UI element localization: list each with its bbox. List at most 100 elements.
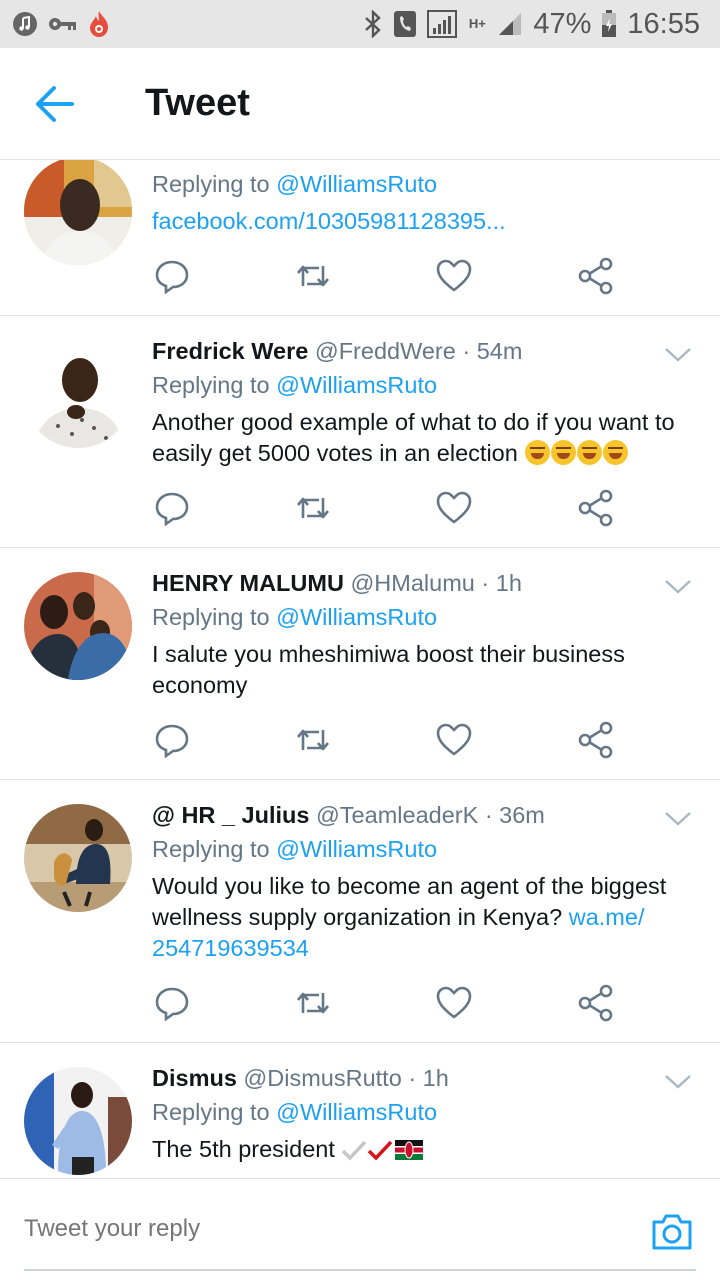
replying-label: Replying to: [152, 836, 270, 862]
author-handle[interactable]: @HMalumu: [350, 570, 474, 596]
replying-handle-link[interactable]: @WilliamsRuto: [276, 372, 437, 398]
tweet-link[interactable]: facebook.com/10305981128395...: [152, 208, 506, 234]
like-icon[interactable]: [434, 256, 474, 296]
author-name[interactable]: HENRY MALUMU: [152, 570, 344, 596]
tweet-header: Fredrick Were @FreddWere · 54m: [152, 336, 696, 367]
author-handle[interactable]: @DismusRutto: [243, 1065, 401, 1091]
replying-to: Replying to @WilliamsRuto: [152, 1097, 696, 1128]
replying-label: Replying to: [152, 171, 270, 197]
tweet-item[interactable]: Fredrick Were @FreddWere · 54m Replying …: [0, 316, 720, 548]
laughing-emoji-icon: [603, 440, 629, 465]
author-name[interactable]: @ HR _ Julius: [152, 802, 309, 828]
reply-icon[interactable]: [152, 720, 192, 760]
app-header: Tweet: [0, 48, 720, 160]
reply-underline: [24, 1269, 696, 1271]
like-icon[interactable]: [434, 720, 474, 760]
tweet-link[interactable]: 254719639534: [152, 935, 309, 961]
tweet-header: @ HR _ Julius @TeamleaderK · 36m: [152, 800, 696, 831]
kenya-flag-icon: [395, 1137, 424, 1168]
tweet-text-line: Another good example of what to do if yo…: [152, 409, 675, 435]
chevron-down-icon[interactable]: [664, 346, 692, 364]
replying-to: Replying to @WilliamsRuto: [152, 602, 696, 633]
check-mark-icon: [341, 1138, 367, 1169]
tweet-item[interactable]: Replying to @WilliamsRuto facebook.com/1…: [0, 160, 720, 316]
chevron-down-icon[interactable]: [664, 810, 692, 828]
tweet-item[interactable]: HENRY MALUMU @HMalumu · 1h Replying to @…: [0, 548, 720, 780]
laughing-emoji-icon: [525, 440, 551, 465]
tweet-item[interactable]: Dismus @DismusRutto · 1h Replying to @Wi…: [0, 1043, 720, 1178]
reply-input[interactable]: [24, 1215, 584, 1243]
retweet-icon[interactable]: [293, 983, 333, 1023]
tweet-time: · 1h: [408, 1065, 449, 1091]
replying-handle-link[interactable]: @WilliamsRuto: [276, 171, 437, 197]
author-handle[interactable]: @FreddWere: [315, 338, 456, 364]
tweet-text: I salute you mheshimiwa boost their busi…: [152, 639, 696, 701]
reply-icon[interactable]: [152, 488, 192, 528]
avatar[interactable]: [24, 160, 132, 265]
tweet-text-line: Would you like to become an agent of the…: [152, 873, 667, 899]
avatar[interactable]: [24, 340, 132, 448]
tweet-text: Would you like to become an agent of the…: [152, 871, 696, 964]
avatar[interactable]: [24, 572, 132, 680]
tweet-text: Another good example of what to do if yo…: [152, 407, 696, 469]
author-name[interactable]: Fredrick Were: [152, 338, 308, 364]
retweet-icon[interactable]: [293, 488, 333, 528]
signal-icon: [427, 10, 458, 38]
share-icon[interactable]: [576, 256, 616, 296]
replying-handle-link[interactable]: @WilliamsRuto: [276, 1099, 437, 1125]
flame-icon: [88, 10, 110, 38]
back-arrow-icon[interactable]: [34, 84, 78, 124]
tweet-time: · 1h: [481, 570, 522, 596]
replying-label: Replying to: [152, 604, 270, 630]
tweet-actions: [152, 720, 632, 760]
chevron-down-icon[interactable]: [664, 578, 692, 596]
tweet-link[interactable]: wa.me/: [569, 904, 645, 930]
bluetooth-icon: [363, 10, 383, 38]
phone-icon: [393, 10, 417, 38]
like-icon[interactable]: [434, 983, 474, 1023]
tweet-actions: [152, 983, 632, 1023]
retweet-icon[interactable]: [293, 720, 333, 760]
share-icon[interactable]: [576, 983, 616, 1023]
author-handle[interactable]: @TeamleaderK: [316, 802, 478, 828]
share-icon[interactable]: [576, 720, 616, 760]
replying-label: Replying to: [152, 1099, 270, 1125]
red-check-mark-icon: [367, 1138, 393, 1169]
replying-to: Replying to @WilliamsRuto: [152, 370, 696, 401]
tweet-actions: [152, 488, 632, 528]
status-bar: H+ 47% 16:55: [0, 0, 720, 48]
network-type: H+: [468, 16, 486, 31]
tweet-text-line: economy: [152, 672, 248, 698]
reply-bar: [0, 1178, 720, 1280]
replying-to: Replying to @WilliamsRuto: [152, 169, 696, 200]
like-icon[interactable]: [434, 488, 474, 528]
chevron-down-icon[interactable]: [664, 1073, 692, 1091]
key-icon: [48, 14, 78, 34]
tweet-text-line: easily get 5000 votes in an election: [152, 440, 518, 466]
camera-icon[interactable]: [650, 1212, 694, 1252]
avatar[interactable]: [24, 804, 132, 912]
battery-percent: 47%: [533, 7, 592, 40]
laughing-emoji-icon: [551, 440, 577, 465]
author-name[interactable]: Dismus: [152, 1065, 237, 1091]
replying-handle-link[interactable]: @WilliamsRuto: [276, 836, 437, 862]
tweet-actions: [152, 256, 632, 296]
tweet-header: HENRY MALUMU @HMalumu · 1h: [152, 568, 696, 599]
reply-icon[interactable]: [152, 256, 192, 296]
retweet-icon[interactable]: [293, 256, 333, 296]
share-icon[interactable]: [576, 488, 616, 528]
clock: 16:55: [627, 7, 700, 40]
replies-feed[interactable]: Replying to @WilliamsRuto facebook.com/1…: [0, 160, 720, 1178]
tweet-text-line: wellness supply organization in Kenya?: [152, 904, 563, 930]
replying-to: Replying to @WilliamsRuto: [152, 834, 696, 865]
reply-icon[interactable]: [152, 983, 192, 1023]
tweet-item[interactable]: @ HR _ Julius @TeamleaderK · 36m Replyin…: [0, 780, 720, 1043]
tweet-time: · 36m: [484, 802, 545, 828]
avatar[interactable]: [24, 1067, 132, 1175]
battery-icon: [601, 10, 617, 38]
replying-label: Replying to: [152, 372, 270, 398]
replying-handle-link[interactable]: @WilliamsRuto: [276, 604, 437, 630]
laughing-emoji-icon: [577, 440, 603, 465]
signal-strength-icon: [497, 11, 523, 37]
tweet-text-line: I salute you mheshimiwa boost their busi…: [152, 641, 625, 667]
